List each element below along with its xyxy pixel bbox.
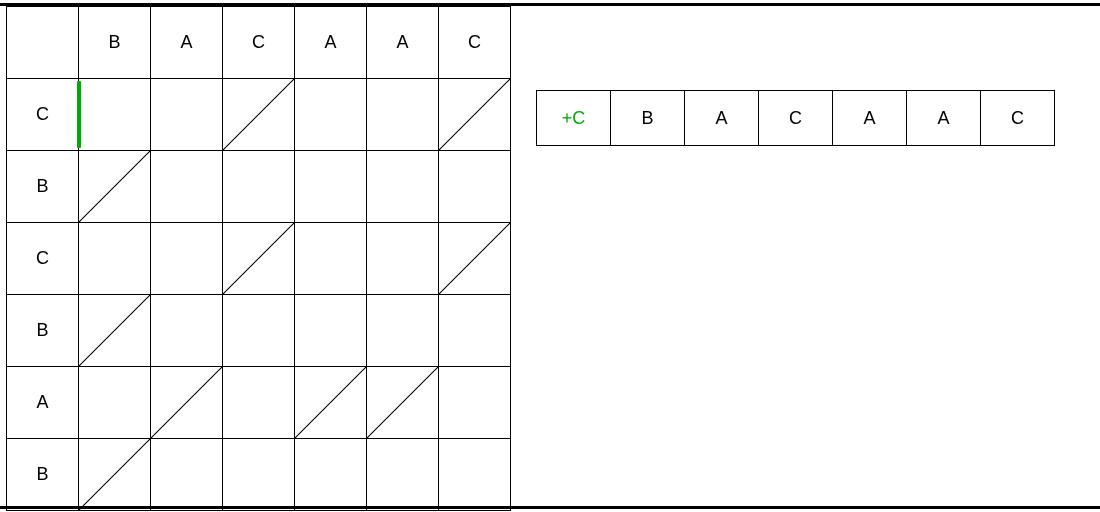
strip-cell: C bbox=[981, 91, 1055, 146]
sequence-strip: +CBACAAC bbox=[536, 90, 1055, 146]
grid-cell bbox=[367, 79, 439, 151]
strip-cell: C bbox=[759, 91, 833, 146]
grid-cell bbox=[295, 223, 367, 295]
grid-cell bbox=[79, 151, 151, 223]
col-header: C bbox=[223, 7, 295, 79]
grid-cell bbox=[151, 151, 223, 223]
grid-cell bbox=[79, 367, 151, 439]
row-header: B bbox=[7, 151, 79, 223]
grid-cell bbox=[367, 151, 439, 223]
row-header: B bbox=[7, 439, 79, 511]
strip-cell: A bbox=[833, 91, 907, 146]
grid-cell bbox=[367, 439, 439, 511]
grid-cell bbox=[439, 151, 511, 223]
col-header: B bbox=[79, 7, 151, 79]
col-header: A bbox=[367, 7, 439, 79]
grid-cell bbox=[79, 439, 151, 511]
grid-cell bbox=[151, 439, 223, 511]
insert-label: +C bbox=[537, 91, 611, 146]
grid-cell bbox=[367, 367, 439, 439]
row-header: C bbox=[7, 223, 79, 295]
strip-cell: A bbox=[907, 91, 981, 146]
grid-cell bbox=[439, 367, 511, 439]
col-header: A bbox=[295, 7, 367, 79]
grid-cell bbox=[295, 295, 367, 367]
strip-cell: B bbox=[611, 91, 685, 146]
grid-cell bbox=[223, 367, 295, 439]
grid-cell bbox=[151, 295, 223, 367]
grid-cell bbox=[151, 79, 223, 151]
grid-cell bbox=[295, 439, 367, 511]
grid-cell bbox=[439, 439, 511, 511]
grid-cell bbox=[439, 295, 511, 367]
grid-cell bbox=[439, 79, 511, 151]
grid-cell bbox=[439, 223, 511, 295]
grid-cell bbox=[367, 223, 439, 295]
row-header: A bbox=[7, 367, 79, 439]
row-header: C bbox=[7, 79, 79, 151]
grid-cell bbox=[79, 295, 151, 367]
grid-cell bbox=[223, 223, 295, 295]
grid-cell bbox=[223, 79, 295, 151]
row-header: B bbox=[7, 295, 79, 367]
grid-cell bbox=[295, 367, 367, 439]
grid-cell bbox=[151, 223, 223, 295]
col-header: A bbox=[151, 7, 223, 79]
grid-corner bbox=[7, 7, 79, 79]
alignment-grid: BACAACCBCBAB bbox=[6, 6, 511, 511]
grid-cell bbox=[79, 79, 151, 151]
grid-cell bbox=[79, 223, 151, 295]
grid-cell bbox=[295, 151, 367, 223]
grid-cell bbox=[367, 295, 439, 367]
col-header: C bbox=[439, 7, 511, 79]
grid-cell bbox=[151, 367, 223, 439]
grid-cell bbox=[295, 79, 367, 151]
grid-cell bbox=[223, 151, 295, 223]
strip-cell: A bbox=[685, 91, 759, 146]
grid-cell bbox=[223, 439, 295, 511]
grid-cell bbox=[223, 295, 295, 367]
